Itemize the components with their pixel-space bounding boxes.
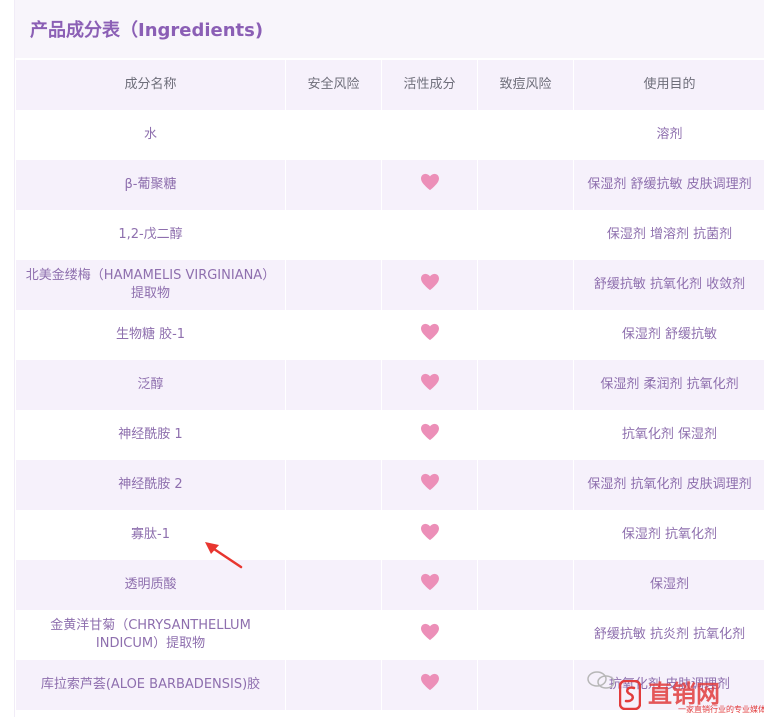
heart-icon bbox=[420, 273, 439, 291]
cell-purpose: 保湿剂 舒缓抗敏 皮肤调理剂 bbox=[573, 160, 764, 210]
cell-purpose: 保湿剂 舒缓抗敏 bbox=[573, 310, 764, 360]
table-row: 生物糖 胶-1 保湿剂 舒缓抗敏 bbox=[15, 310, 764, 360]
cell-acne-risk bbox=[477, 560, 574, 610]
cell-safety-risk bbox=[285, 660, 382, 710]
cell-active-ingredient bbox=[381, 260, 478, 310]
ingredients-table: 成分名称 安全风险 活性成分 致痘风险 使用目的 水溶剂 β-葡聚糖 保湿剂 舒缓抗… bbox=[15, 60, 764, 710]
heart-icon bbox=[420, 523, 439, 541]
cell-acne-risk bbox=[477, 360, 574, 410]
table-row: 寡肽-1 保湿剂 抗氧化剂 bbox=[15, 510, 764, 560]
title-bar: 产品成分表（Ingredients) bbox=[15, 0, 764, 58]
cell-safety-risk bbox=[285, 510, 382, 560]
cell-active-ingredient bbox=[381, 210, 478, 260]
cell-safety-risk bbox=[285, 160, 382, 210]
cell-acne-risk bbox=[477, 460, 574, 510]
cell-acne-risk bbox=[477, 410, 574, 460]
cell-ingredient-name: 神经酰胺 2 bbox=[15, 460, 286, 510]
table-row: 神经酰胺 1 抗氧化剂 保湿剂 bbox=[15, 410, 764, 460]
cell-ingredient-name: 透明质酸 bbox=[15, 560, 286, 610]
header-active-ingredient: 活性成分 bbox=[381, 60, 478, 110]
cell-ingredient-name: 生物糖 胶-1 bbox=[15, 310, 286, 360]
table-row: 金黄洋甘菊（CHRYSANTHELLUM INDICUM）提取物 舒缓抗敏 抗炎剂… bbox=[15, 610, 764, 660]
cell-purpose: 溶剂 bbox=[573, 110, 764, 160]
heart-icon bbox=[420, 623, 439, 641]
cell-active-ingredient bbox=[381, 310, 478, 360]
page-title: 产品成分表（Ingredients) bbox=[30, 20, 264, 41]
cell-ingredient-name: 神经酰胺 1 bbox=[15, 410, 286, 460]
cell-purpose: 保湿剂 bbox=[573, 560, 764, 610]
cell-acne-risk bbox=[477, 210, 574, 260]
cell-purpose: 抗氧化剂 皮肤调理剂 bbox=[573, 660, 764, 710]
cell-acne-risk bbox=[477, 310, 574, 360]
cell-ingredient-name: 金黄洋甘菊（CHRYSANTHELLUM INDICUM）提取物 bbox=[15, 610, 286, 660]
cell-safety-risk bbox=[285, 460, 382, 510]
cell-active-ingredient bbox=[381, 160, 478, 210]
table-row: β-葡聚糖 保湿剂 舒缓抗敏 皮肤调理剂 bbox=[15, 160, 764, 210]
cell-ingredient-name: 1,2-戊二醇 bbox=[15, 210, 286, 260]
cell-ingredient-name: 泛醇 bbox=[15, 360, 286, 410]
table-row: 泛醇 保湿剂 柔润剂 抗氧化剂 bbox=[15, 360, 764, 410]
cell-purpose: 保湿剂 柔润剂 抗氧化剂 bbox=[573, 360, 764, 410]
cell-safety-risk bbox=[285, 110, 382, 160]
heart-icon bbox=[420, 173, 439, 191]
table-row: 北美金缕梅（HAMAMELIS VIRGINIANA）提取物 舒缓抗敏 抗氧化剂 … bbox=[15, 260, 764, 310]
table-row: 1,2-戊二醇 保湿剂 增溶剂 抗菌剂 bbox=[15, 210, 764, 260]
heart-icon bbox=[420, 573, 439, 591]
cell-safety-risk bbox=[285, 610, 382, 660]
cell-acne-risk bbox=[477, 110, 574, 160]
cell-active-ingredient bbox=[381, 360, 478, 410]
cell-ingredient-name: 寡肽-1 bbox=[15, 510, 286, 560]
cell-safety-risk bbox=[285, 260, 382, 310]
header-purpose: 使用目的 bbox=[573, 60, 764, 110]
table-row: 透明质酸 保湿剂 bbox=[15, 560, 764, 610]
cell-active-ingredient bbox=[381, 610, 478, 660]
table-header-row: 成分名称 安全风险 活性成分 致痘风险 使用目的 bbox=[15, 60, 764, 110]
header-safety-risk: 安全风险 bbox=[285, 60, 382, 110]
cell-active-ingredient bbox=[381, 660, 478, 710]
cell-purpose: 保湿剂 抗氧化剂 bbox=[573, 510, 764, 560]
cell-ingredient-name: 库拉索芦荟(ALOE BARBADENSIS)胶 bbox=[15, 660, 286, 710]
cell-ingredient-name: 北美金缕梅（HAMAMELIS VIRGINIANA）提取物 bbox=[15, 260, 286, 310]
heart-icon bbox=[420, 673, 439, 691]
heart-icon bbox=[420, 423, 439, 441]
cell-active-ingredient bbox=[381, 410, 478, 460]
cell-purpose: 舒缓抗敏 抗氧化剂 收敛剂 bbox=[573, 260, 764, 310]
cell-safety-risk bbox=[285, 310, 382, 360]
cell-ingredient-name: β-葡聚糖 bbox=[15, 160, 286, 210]
cell-active-ingredient bbox=[381, 560, 478, 610]
header-acne-risk: 致痘风险 bbox=[477, 60, 574, 110]
cell-purpose: 抗氧化剂 保湿剂 bbox=[573, 410, 764, 460]
cell-active-ingredient bbox=[381, 460, 478, 510]
ingredients-card: 产品成分表（Ingredients) 成分名称 安全风险 活性成分 致痘风险 使… bbox=[14, 0, 764, 717]
heart-icon bbox=[420, 323, 439, 341]
cell-safety-risk bbox=[285, 360, 382, 410]
cell-purpose: 保湿剂 抗氧化剂 皮肤调理剂 bbox=[573, 460, 764, 510]
cell-acne-risk bbox=[477, 610, 574, 660]
cell-active-ingredient bbox=[381, 510, 478, 560]
cell-acne-risk bbox=[477, 160, 574, 210]
cell-acne-risk bbox=[477, 260, 574, 310]
cell-purpose: 保湿剂 增溶剂 抗菌剂 bbox=[573, 210, 764, 260]
heart-icon bbox=[420, 473, 439, 491]
cell-safety-risk bbox=[285, 210, 382, 260]
cell-safety-risk bbox=[285, 560, 382, 610]
cell-purpose: 舒缓抗敏 抗炎剂 抗氧化剂 bbox=[573, 610, 764, 660]
cell-acne-risk bbox=[477, 660, 574, 710]
heart-icon bbox=[420, 373, 439, 391]
table-row: 水 溶剂 bbox=[15, 110, 764, 160]
cell-acne-risk bbox=[477, 510, 574, 560]
cell-ingredient-name: 水 bbox=[15, 110, 286, 160]
cell-safety-risk bbox=[285, 410, 382, 460]
table-row: 神经酰胺 2 保湿剂 抗氧化剂 皮肤调理剂 bbox=[15, 460, 764, 510]
cell-active-ingredient bbox=[381, 110, 478, 160]
table-row: 库拉索芦荟(ALOE BARBADENSIS)胶 抗氧化剂 皮肤调理剂 bbox=[15, 660, 764, 710]
header-ingredient-name: 成分名称 bbox=[15, 60, 286, 110]
